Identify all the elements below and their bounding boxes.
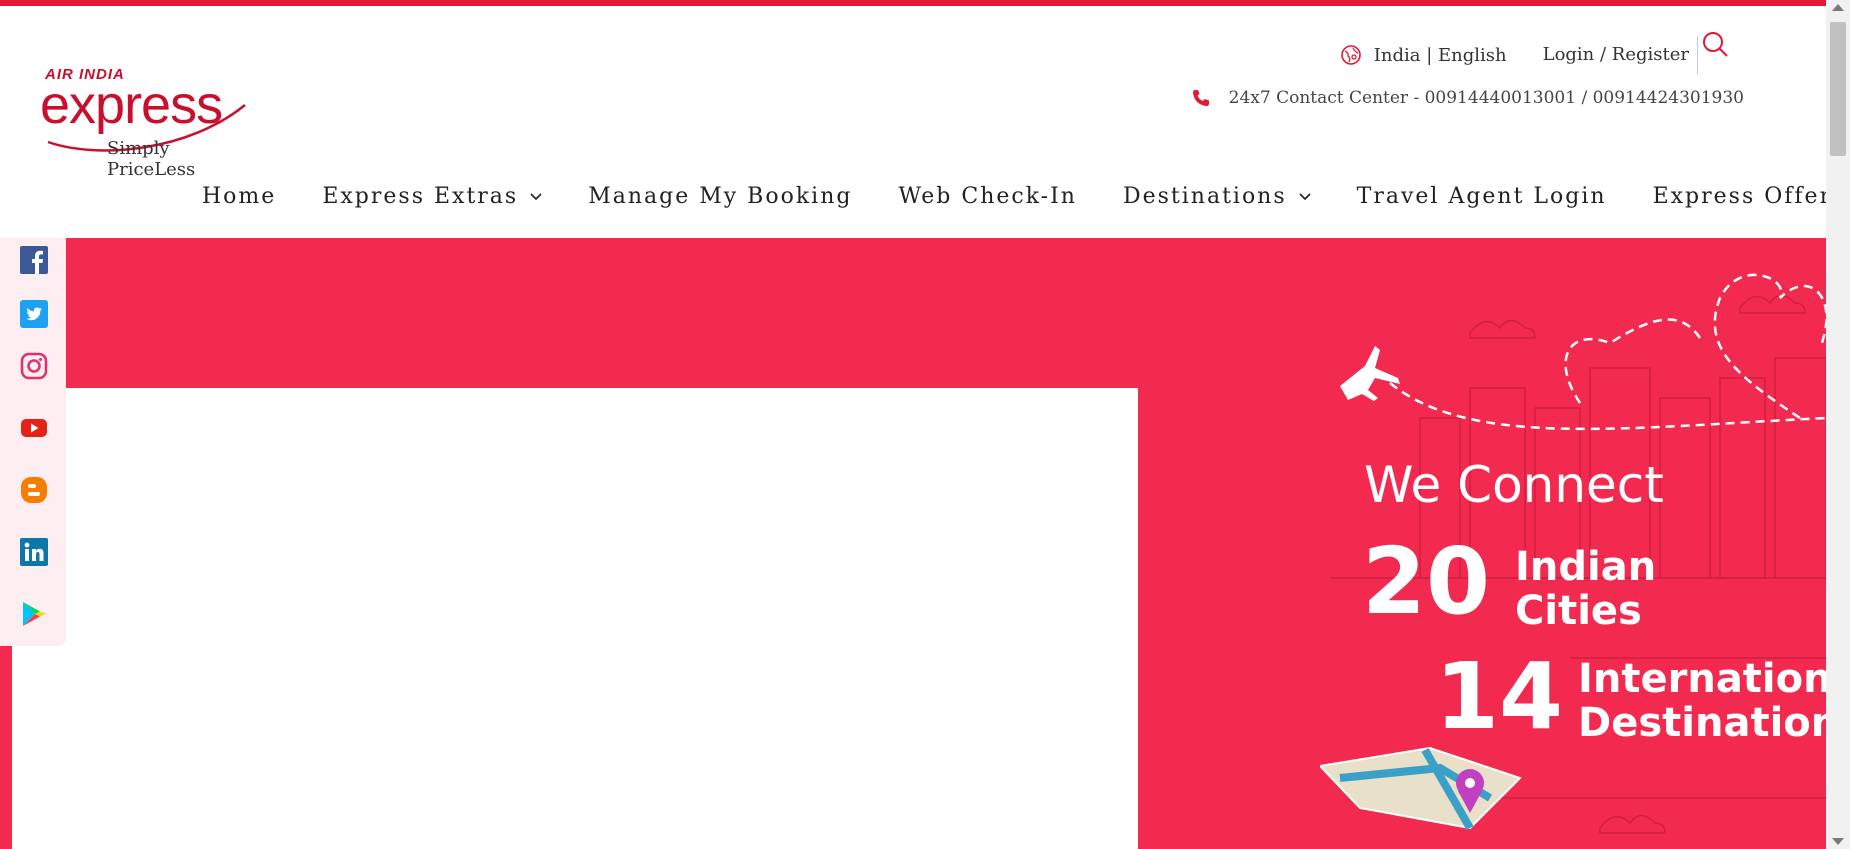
nav-label: Web Check-In [898, 184, 1077, 209]
nav-destinations[interactable]: Destinations [1123, 184, 1311, 209]
google-play-icon[interactable] [20, 600, 48, 628]
social-sidebar [0, 238, 66, 646]
page-scrollbar[interactable] [1826, 0, 1850, 849]
scroll-thumb[interactable] [1830, 22, 1846, 156]
globe-icon [1340, 45, 1361, 65]
nav-web-check-in[interactable]: Web Check-In [898, 184, 1077, 209]
main-nav: Home Express Extras Manage My Booking We… [202, 184, 1845, 209]
chevron-down-icon [1299, 192, 1311, 200]
hero-video-placeholder[interactable] [12, 388, 1138, 849]
nav-express-offers[interactable]: Express Offers [1653, 184, 1846, 209]
twitter-icon[interactable] [20, 300, 48, 328]
chevron-down-icon [530, 192, 542, 200]
promo-cities-line2: Cities [1515, 588, 1642, 634]
linkedin-icon[interactable] [20, 538, 48, 566]
contact-center-text: 24x7 Contact Center - 00914440013001 / 0… [1228, 88, 1744, 108]
promo-number-cities: 20 [1362, 528, 1491, 635]
promo-number-destinations: 14 [1435, 643, 1564, 750]
nav-label: Express Extras [322, 184, 519, 209]
promo-cities-line1: Indian [1515, 544, 1657, 590]
scroll-down-arrow-icon[interactable] [1832, 838, 1844, 845]
nav-manage-my-booking[interactable]: Manage My Booking [588, 184, 852, 209]
logo-tagline: Simply PriceLess [107, 138, 196, 180]
nav-label: Manage My Booking [588, 184, 853, 209]
blogger-icon[interactable] [20, 476, 48, 504]
nav-express-extras[interactable]: Express Extras [322, 184, 542, 209]
nav-label: Express Offers [1652, 184, 1846, 209]
promo-headline: We Connect [1364, 456, 1664, 514]
phone-icon [1192, 90, 1209, 106]
contact-center-row: 24x7 Contact Center - 00914440013001 / 0… [1191, 88, 1744, 108]
facebook-icon[interactable] [20, 246, 48, 274]
nav-label: Travel Agent Login [1356, 184, 1607, 209]
promo-graphic: We Connect 20 Indian Cities 14 Internati… [1320, 238, 1826, 849]
youtube-icon[interactable] [20, 414, 48, 442]
hero-banner: We Connect 20 Indian Cities 14 Internati… [0, 238, 1826, 849]
nav-travel-agent-login[interactable]: Travel Agent Login [1357, 184, 1607, 209]
utility-row: India | English Login / Register [1340, 36, 1698, 74]
scroll-up-arrow-icon[interactable] [1832, 4, 1844, 11]
nav-label: Home [202, 184, 277, 209]
nav-label: Destinations [1122, 184, 1287, 209]
nav-home[interactable]: Home [202, 184, 276, 209]
login-register-link[interactable]: Login / Register [1543, 36, 1698, 74]
promo-destinations-line1: International [1578, 656, 1826, 702]
search-icon[interactable] [1701, 30, 1729, 58]
instagram-icon[interactable] [20, 352, 48, 380]
site-header: AIR INDIA express Simply PriceLess India… [0, 6, 1843, 238]
air-india-express-logo[interactable]: AIR INDIA express Simply PriceLess [40, 60, 255, 180]
promo-destinations-line2: Destinations [1578, 700, 1826, 746]
region-language-selector[interactable]: India | English [1374, 45, 1507, 66]
